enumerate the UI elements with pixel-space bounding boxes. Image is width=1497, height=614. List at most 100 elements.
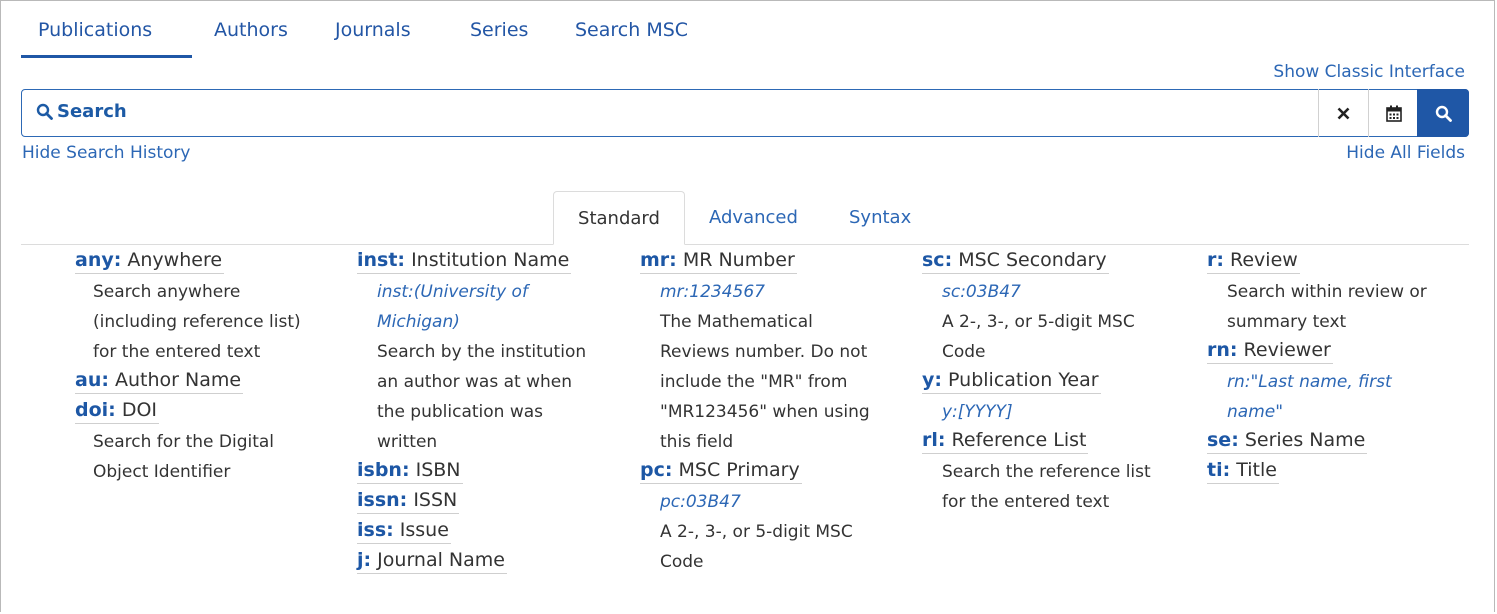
- field-description: Search the reference list for the entere…: [922, 457, 1151, 517]
- search-label-text: Search: [57, 101, 127, 122]
- hide-search-history-link[interactable]: Hide Search History: [22, 143, 190, 163]
- desc-line: Object Identifier: [93, 462, 231, 482]
- field-key: j:: [357, 549, 372, 571]
- tab-authors[interactable]: Authors: [214, 19, 288, 41]
- desc-line: Search for the Digital: [93, 432, 275, 452]
- field-isbn: isbn: ISBN: [357, 459, 586, 487]
- desc-line: (including reference list): [93, 312, 301, 332]
- desc-line: the publication was: [377, 402, 544, 422]
- field-key: ti:: [1207, 459, 1231, 481]
- field-au: au: Author Name: [75, 369, 301, 397]
- field-example: mr:1234567: [640, 277, 870, 307]
- field-key: r:: [1207, 249, 1224, 271]
- field-description: Search for the Digital Object Identifier: [73, 427, 301, 487]
- tab-search-msc[interactable]: Search MSC: [575, 19, 688, 41]
- example-line: name": [1227, 402, 1284, 422]
- example-line: rn:"Last name, first: [1227, 372, 1392, 392]
- field-doi: doi: DOI Search for the Digital Object I…: [75, 399, 301, 487]
- field-key: pc:: [640, 459, 673, 481]
- show-classic-interface-link[interactable]: Show Classic Interface: [1273, 62, 1465, 82]
- field-key: sc:: [922, 249, 953, 271]
- field-key: au:: [75, 369, 109, 391]
- field-any-label[interactable]: any: Anywhere: [75, 249, 225, 274]
- field-description: A 2-, 3-, or 5-digit MSC Code: [922, 307, 1151, 367]
- field-name: Issue: [399, 519, 449, 541]
- field-example: inst:(University of Michigan): [357, 277, 586, 337]
- desc-line: include the "MR" from: [660, 372, 848, 392]
- calendar-icon: [1385, 105, 1402, 122]
- field-au-label[interactable]: au: Author Name: [75, 369, 244, 394]
- field-name: DOI: [121, 399, 158, 421]
- field-ti: ti: Title: [1207, 459, 1427, 487]
- field-issn-label[interactable]: issn: ISSN: [357, 489, 460, 514]
- field-name: Institution Name: [411, 249, 570, 271]
- field-name: Review: [1230, 249, 1298, 271]
- example-line: y:[YYYY]: [942, 402, 1013, 422]
- field-key: y:: [922, 369, 942, 391]
- tab-standard[interactable]: Standard: [553, 191, 685, 245]
- desc-line: Search anywhere: [93, 282, 241, 302]
- fields-column-5: r: Review Search within review or summar…: [1207, 249, 1427, 489]
- desc-line: for the entered text: [93, 342, 261, 362]
- field-mr-label[interactable]: mr: MR Number: [640, 249, 797, 274]
- desc-line: summary text: [1227, 312, 1347, 332]
- field-se-label[interactable]: se: Series Name: [1207, 429, 1368, 454]
- field-key: iss:: [357, 519, 394, 541]
- field-name: Publication Year: [948, 369, 1099, 391]
- close-icon: [1337, 107, 1350, 119]
- field-key: issn:: [357, 489, 408, 511]
- tab-publications[interactable]: Publications: [38, 19, 152, 41]
- hide-all-fields-link[interactable]: Hide All Fields: [1346, 143, 1465, 163]
- desc-line: "MR123456" when using: [660, 402, 870, 422]
- field-rn-label[interactable]: rn: Reviewer: [1207, 339, 1333, 364]
- example-line: sc:03B47: [942, 282, 1021, 302]
- fields-column-4: sc: MSC Secondary sc:03B47 A 2-, 3-, or …: [922, 249, 1151, 519]
- search-icon: [36, 103, 53, 120]
- field-rn: rn: Reviewer rn:"Last name, first name": [1207, 339, 1427, 427]
- field-key: rl:: [922, 429, 946, 451]
- fields-column-3: mr: MR Number mr:1234567 The Mathematica…: [640, 249, 870, 579]
- tab-syntax[interactable]: Syntax: [849, 191, 911, 245]
- field-doi-label[interactable]: doi: DOI: [75, 399, 160, 424]
- submit-search-button[interactable]: [1417, 89, 1469, 137]
- field-iss-label[interactable]: iss: Issue: [357, 519, 451, 544]
- field-inst-label[interactable]: inst: Institution Name: [357, 249, 572, 274]
- desc-line: written: [377, 432, 438, 452]
- field-example: y:[YYYY]: [922, 397, 1151, 427]
- field-pc: pc: MSC Primary pc:03B47 A 2-, 3-, or 5-…: [640, 459, 870, 577]
- field-name: Journal Name: [377, 549, 505, 571]
- field-isbn-label[interactable]: isbn: ISBN: [357, 459, 463, 484]
- field-j-label[interactable]: j: Journal Name: [357, 549, 507, 574]
- tab-journals[interactable]: Journals: [335, 19, 411, 41]
- example-line: inst:(University of: [377, 282, 528, 302]
- desc-line: Search the reference list: [942, 462, 1151, 482]
- field-rl-label[interactable]: rl: Reference List: [922, 429, 1089, 454]
- desc-line: Search by the institution: [377, 342, 587, 362]
- desc-line: The Mathematical: [660, 312, 813, 332]
- tab-advanced[interactable]: Advanced: [709, 191, 798, 245]
- field-y-label[interactable]: y: Publication Year: [922, 369, 1101, 394]
- search-bar[interactable]: Search: [21, 89, 1469, 137]
- field-name: ISBN: [415, 459, 461, 481]
- field-r-label[interactable]: r: Review: [1207, 249, 1300, 274]
- field-name: Reference List: [951, 429, 1087, 451]
- field-key: se:: [1207, 429, 1239, 451]
- field-any: any: Anywhere Search anywhere (including…: [75, 249, 301, 367]
- search-label[interactable]: Search: [36, 101, 127, 122]
- field-description: The Mathematical Reviews number. Do not …: [640, 307, 870, 457]
- desc-line: Code: [660, 552, 704, 572]
- date-range-button[interactable]: [1368, 89, 1418, 137]
- field-name: MSC Primary: [678, 459, 800, 481]
- tab-series[interactable]: Series: [470, 19, 528, 41]
- fields-column-2: inst: Institution Name inst:(University …: [357, 249, 586, 579]
- clear-search-button[interactable]: [1318, 89, 1368, 137]
- field-sc-label[interactable]: sc: MSC Secondary: [922, 249, 1109, 274]
- field-iss: iss: Issue: [357, 519, 586, 547]
- field-name: MR Number: [682, 249, 795, 271]
- field-example: rn:"Last name, first name": [1207, 367, 1427, 427]
- desc-line: Code: [942, 342, 986, 362]
- field-pc-label[interactable]: pc: MSC Primary: [640, 459, 802, 484]
- field-ti-label[interactable]: ti: Title: [1207, 459, 1279, 484]
- field-key: rn:: [1207, 339, 1238, 361]
- desc-line: A 2-, 3-, or 5-digit MSC: [942, 312, 1135, 332]
